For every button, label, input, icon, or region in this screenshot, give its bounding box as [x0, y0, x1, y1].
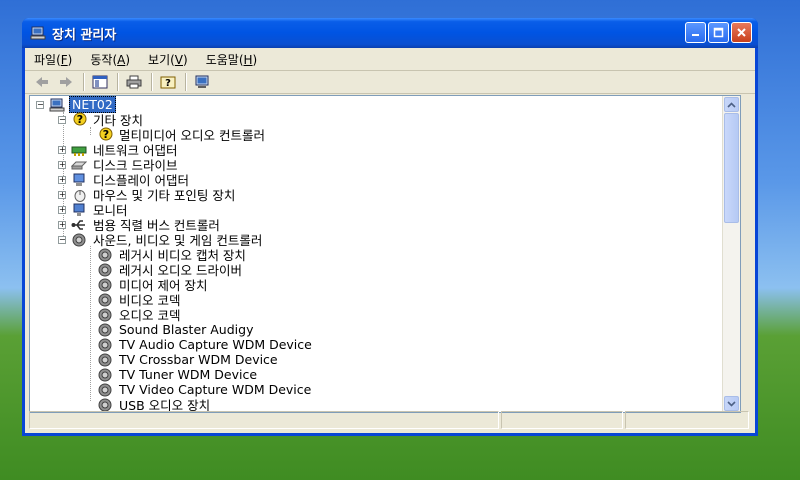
expand-icon[interactable]: + [58, 220, 66, 229]
expand-icon[interactable]: + [58, 190, 66, 199]
question-device-icon: ? [70, 112, 88, 127]
close-button[interactable] [731, 22, 752, 43]
scroll-up-button[interactable] [724, 97, 739, 112]
forward-button[interactable] [55, 72, 77, 92]
help-button[interactable]: ? [157, 72, 179, 92]
menu-bar: 파일(F) 동작(A) 보기(V) 도움말(H) [25, 48, 755, 71]
tree-line [90, 246, 91, 401]
computer-properties-icon [195, 75, 209, 88]
computer-icon [48, 97, 66, 112]
tree-item-tv-audio-capture[interactable]: TV Audio Capture WDM Device [96, 337, 314, 352]
close-icon [737, 28, 746, 37]
usb-icon [70, 217, 88, 232]
tree-item-tv-crossbar[interactable]: TV Crossbar WDM Device [96, 352, 280, 367]
speaker-icon [96, 262, 114, 277]
mouse-icon [70, 187, 88, 202]
tree-item-mice[interactable]: + 마우스 및 기타 포인팅 장치 [58, 187, 237, 203]
toolbar: ? [25, 70, 755, 94]
collapse-icon[interactable]: − [36, 100, 44, 109]
minimize-icon [692, 34, 699, 36]
window-title: 장치 관리자 [52, 27, 117, 43]
back-arrow-icon [36, 77, 48, 87]
toolbar-separator [83, 73, 85, 91]
speaker-icon [70, 232, 88, 247]
speaker-icon [96, 382, 114, 397]
show-hide-tree-button[interactable] [89, 72, 111, 92]
speaker-icon [96, 367, 114, 382]
speaker-icon [96, 292, 114, 307]
toolbar-separator [185, 73, 187, 91]
status-cell-main [29, 411, 499, 429]
chevron-down-icon [727, 400, 736, 407]
display-icon [70, 172, 88, 187]
expand-icon[interactable]: + [58, 175, 66, 184]
status-bar [29, 411, 751, 429]
device-tree[interactable]: − NET02 − ? 기타 장치 ? 멀티미디어 오디오 컨트롤러 + 네트워… [29, 95, 741, 413]
collapse-icon[interactable]: − [58, 115, 66, 124]
tree-item-audio-codecs[interactable]: 오디오 코덱 [96, 307, 182, 323]
svg-text:?: ? [77, 113, 83, 126]
print-icon [126, 75, 142, 89]
disk-icon [70, 157, 88, 172]
menu-file[interactable]: 파일(F) [25, 51, 81, 68]
scroll-thumb[interactable] [724, 113, 739, 223]
device-manager-window: 장치 관리자 파일(F) 동작(A) 보기(V) 도움말(H) ? − NET0… [22, 18, 758, 436]
menu-help[interactable]: 도움말(H) [197, 51, 267, 68]
help-icon: ? [160, 76, 176, 89]
status-cell-secondary [501, 411, 623, 429]
toolbar-separator [151, 73, 153, 91]
maximize-icon [713, 27, 724, 38]
computer-icon [30, 25, 46, 41]
expand-icon[interactable]: + [58, 160, 66, 169]
speaker-icon [96, 322, 114, 337]
minimize-button[interactable] [685, 22, 706, 43]
speaker-icon [96, 307, 114, 322]
speaker-icon [96, 352, 114, 367]
tree-item-tv-tuner[interactable]: TV Tuner WDM Device [96, 367, 259, 382]
maximize-button[interactable] [708, 22, 729, 43]
monitor-icon [70, 202, 88, 217]
scroll-down-button[interactable] [724, 396, 739, 411]
speaker-icon [96, 397, 114, 412]
tree-item-usb-audio[interactable]: USB 오디오 장치 [96, 397, 212, 412]
expand-icon[interactable]: + [58, 205, 66, 214]
menu-view[interactable]: 보기(V) [139, 51, 197, 68]
forward-arrow-icon [60, 77, 72, 87]
status-cell-tertiary [625, 411, 749, 429]
tree-item-sound-blaster[interactable]: Sound Blaster Audigy [96, 322, 255, 337]
svg-text:?: ? [165, 78, 171, 89]
print-button[interactable] [123, 72, 145, 92]
speaker-icon [96, 277, 114, 292]
properties-button[interactable] [191, 72, 213, 92]
speaker-icon [96, 247, 114, 262]
expand-icon[interactable]: + [58, 145, 66, 154]
network-icon [70, 142, 88, 157]
speaker-icon [96, 337, 114, 352]
menu-action[interactable]: 동작(A) [81, 51, 139, 68]
chevron-up-icon [727, 101, 736, 108]
vertical-scrollbar[interactable] [722, 96, 740, 412]
back-button[interactable] [31, 72, 53, 92]
collapse-icon[interactable]: − [58, 235, 66, 244]
toolbar-separator [117, 73, 119, 91]
console-tree-icon [92, 75, 108, 89]
title-bar[interactable]: 장치 관리자 [22, 18, 758, 48]
